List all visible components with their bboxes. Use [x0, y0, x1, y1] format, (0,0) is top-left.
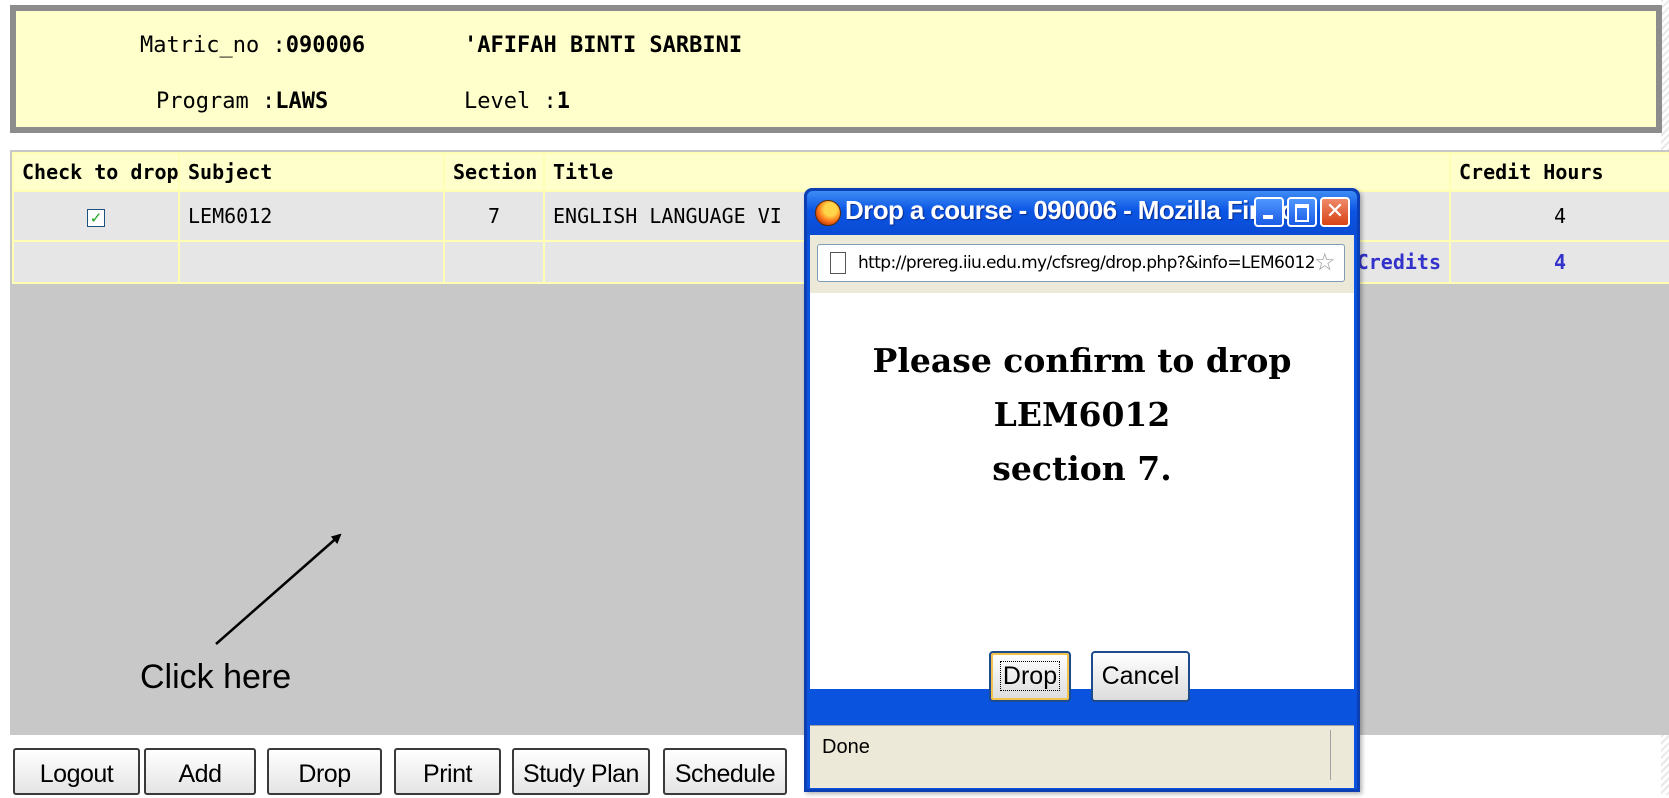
page-icon	[830, 252, 846, 274]
total-credits-value: 4	[1449, 240, 1669, 284]
checkbox-checked-icon[interactable]: ✓	[87, 209, 105, 227]
address-bar: http://prereg.iiu.edu.my/cfsreg/drop.php…	[810, 235, 1354, 293]
print-button[interactable]: Print	[394, 748, 501, 795]
header-subject: Subject	[178, 152, 445, 192]
popup-titlebar[interactable]: Drop a course - 090006 - Mozilla Firefox…	[807, 191, 1357, 235]
header-check-to-drop: Check to drop	[12, 152, 180, 192]
minimize-icon[interactable]	[1254, 197, 1284, 227]
close-icon[interactable]: ✕	[1320, 197, 1350, 227]
header-section: Section	[443, 152, 545, 192]
matric-label: Matric_no :	[140, 33, 286, 58]
drop-confirm-popup: Drop a course - 090006 - Mozilla Firefox…	[804, 188, 1360, 792]
subject-cell: LEM6012	[178, 190, 445, 242]
status-bar: Done	[810, 725, 1354, 788]
add-button[interactable]: Add	[144, 748, 256, 795]
annotation-label: Click here	[140, 658, 292, 696]
drop-button[interactable]: Drop	[267, 748, 382, 795]
maximize-icon[interactable]	[1287, 197, 1317, 227]
study-plan-button[interactable]: Study Plan	[512, 748, 650, 795]
matric-number: 090006	[285, 33, 366, 58]
section-cell: 7	[443, 190, 545, 242]
matric-field: Matric_no :090006	[140, 33, 365, 58]
header-title: Title	[543, 152, 1451, 192]
drop-checkbox-cell: ✓	[12, 190, 180, 242]
program-value: LAWS	[275, 89, 329, 114]
schedule-button[interactable]: Schedule	[663, 748, 787, 795]
program-label: Program :	[156, 89, 276, 114]
student-info-panel: Matric_no :090006 'AFIFAH BINTI SARBINI …	[10, 5, 1662, 133]
firefox-icon	[815, 200, 841, 226]
status-text: Done	[822, 736, 870, 758]
confirm-message-line-2: LEM6012	[993, 395, 1171, 434]
level-field: Level :1	[464, 89, 570, 114]
confirm-message-line-1: Please confirm to drop	[872, 341, 1292, 380]
popup-content: Please confirm to drop LEM6012 section 7…	[810, 293, 1354, 702]
cancel-button[interactable]: Cancel	[1091, 651, 1190, 702]
credit-hours-cell: 4	[1449, 190, 1669, 242]
url-field[interactable]: http://prereg.iiu.edu.my/cfsreg/drop.php…	[817, 244, 1345, 282]
status-divider	[1330, 730, 1331, 780]
popup-title: Drop a course - 090006 - Mozilla Firefox	[845, 195, 1310, 225]
url-text: http://prereg.iiu.edu.my/cfsreg/drop.php…	[858, 253, 1316, 273]
header-credit-hours: Credit Hours	[1449, 152, 1669, 192]
star-icon[interactable]: ☆	[1314, 248, 1336, 276]
level-label: Level :	[464, 89, 557, 114]
student-name: 'AFIFAH BINTI SARBINI	[464, 33, 743, 58]
confirm-drop-button[interactable]: Drop	[989, 651, 1071, 702]
level-value: 1	[556, 89, 570, 114]
program-field: Program :LAWS	[156, 89, 328, 114]
table-header-row: Check to drop Subject Section Title Cred…	[12, 152, 1669, 192]
confirm-message-line-3: section 7.	[992, 449, 1172, 488]
logout-button[interactable]: Logout	[13, 748, 140, 795]
